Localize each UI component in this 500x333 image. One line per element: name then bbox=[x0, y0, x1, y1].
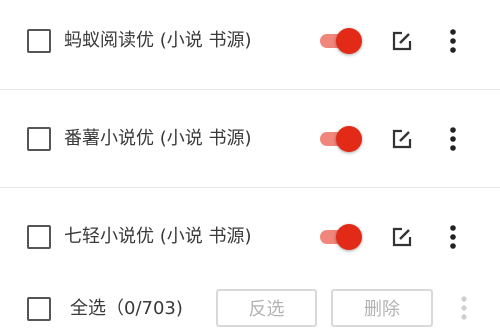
more-options-button[interactable] bbox=[440, 222, 466, 252]
more-vert-icon bbox=[461, 296, 467, 320]
bar-more-options-button[interactable] bbox=[452, 293, 476, 323]
more-vert-icon bbox=[450, 127, 456, 151]
enable-toggle[interactable] bbox=[318, 123, 364, 155]
delete-button[interactable]: 删除 bbox=[331, 289, 433, 327]
toggle-thumb bbox=[336, 28, 362, 54]
list-item[interactable]: 七轻小说优 (小说 书源) bbox=[0, 188, 500, 286]
enable-toggle[interactable] bbox=[318, 25, 364, 57]
checkbox-unchecked-icon[interactable] bbox=[27, 225, 51, 249]
select-all-label: 全选（0/703) bbox=[70, 298, 183, 319]
more-vert-icon bbox=[450, 29, 456, 53]
enable-toggle[interactable] bbox=[318, 221, 364, 253]
source-name: 蚂蚁阅读优 (小说 书源) bbox=[64, 30, 252, 51]
list-item[interactable]: 番薯小说优 (小说 书源) bbox=[0, 90, 500, 188]
toggle-thumb bbox=[336, 126, 362, 152]
edit-button[interactable] bbox=[389, 28, 415, 54]
toggle-thumb bbox=[336, 224, 362, 250]
edit-icon bbox=[392, 31, 412, 51]
invert-selection-button[interactable]: 反选 bbox=[216, 289, 317, 327]
source-name: 番薯小说优 (小说 书源) bbox=[64, 128, 252, 149]
edit-icon bbox=[392, 227, 412, 247]
selection-action-bar: 全选（0/703) 反选 删除 bbox=[0, 283, 500, 333]
checkbox-unchecked-icon[interactable] bbox=[27, 127, 51, 151]
edit-icon bbox=[392, 129, 412, 149]
checkbox-unchecked-icon[interactable] bbox=[27, 29, 51, 53]
select-all-checkbox[interactable] bbox=[27, 297, 51, 321]
edit-button[interactable] bbox=[389, 224, 415, 250]
edit-button[interactable] bbox=[389, 126, 415, 152]
more-vert-icon bbox=[450, 225, 456, 249]
more-options-button[interactable] bbox=[440, 26, 466, 56]
source-name: 七轻小说优 (小说 书源) bbox=[64, 226, 252, 247]
list-item[interactable]: 蚂蚁阅读优 (小说 书源) bbox=[0, 0, 500, 90]
more-options-button[interactable] bbox=[440, 124, 466, 154]
